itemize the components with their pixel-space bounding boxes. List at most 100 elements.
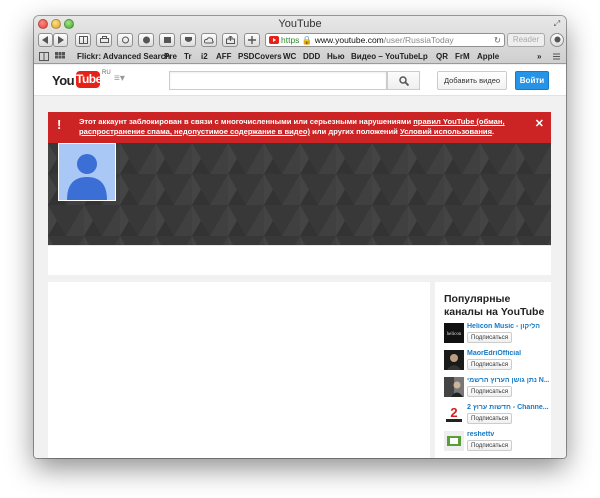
bookmark-item[interactable]: Lp (418, 52, 428, 61)
forward-arrow-icon (58, 36, 64, 44)
alert-text-part: . (492, 127, 495, 136)
channel-item: MaorEdriOfficial Подписаться (444, 350, 548, 372)
exclamation-icon: ! (57, 117, 62, 132)
channel-name-link[interactable]: חדשות ערוץ 2 - Channe... (467, 404, 549, 411)
back-arrow-icon (42, 36, 48, 44)
bookmarks-bar: Flickr: Advanced Search Pre Tr i2 AFF PS… (34, 50, 566, 64)
forward-button[interactable] (53, 33, 68, 47)
bookmark-item[interactable]: DDD (303, 52, 320, 61)
channel-nav-bar (48, 245, 551, 275)
youtube-page: You Tube RU ≡▾ Добавить видео Войти ! Эт… (34, 65, 566, 458)
channel-header: ! Этот аккаунт заблокирован в связи с мн… (48, 112, 551, 275)
default-avatar-icon (59, 144, 115, 200)
lock-icon: 🔒 (301, 35, 313, 45)
sidebar-title: Популярные каналы на YouTube (444, 293, 545, 318)
book-icon (78, 36, 88, 44)
icloud-button[interactable] (201, 33, 217, 47)
account-suspended-alert: ! Этот аккаунт заблокирован в связи с мн… (48, 112, 551, 143)
printer-icon (99, 36, 109, 43)
close-alert-icon[interactable]: ✕ (535, 117, 544, 130)
guide-menu-icon[interactable]: ≡▾ (114, 73, 125, 84)
channel-item: 2 חדשות ערוץ 2 - Channe... Подписаться (444, 404, 549, 426)
share-sheet-button[interactable] (222, 33, 238, 47)
bookmark-item[interactable]: QR (436, 52, 448, 61)
channel-thumbnail[interactable] (444, 431, 464, 451)
subscribe-button[interactable]: Подписаться (467, 440, 513, 451)
fullscreen-icon[interactable]: ⤢ (552, 19, 562, 29)
channel-thumbnail[interactable]: helicon (444, 323, 464, 343)
bookmark-item[interactable]: FrM (455, 52, 470, 61)
upload-button[interactable]: Добавить видео (437, 71, 507, 90)
bookmark-item[interactable]: Apple (477, 52, 499, 61)
top-sites-icon[interactable] (55, 52, 65, 63)
refresh-icon (121, 36, 129, 44)
cloud-icon (204, 37, 214, 44)
bookmark-item[interactable]: i2 (201, 52, 208, 61)
extension-button-1[interactable] (138, 33, 154, 47)
bookmark-item[interactable]: Нью (327, 52, 345, 61)
print-button[interactable] (96, 33, 112, 47)
youtube-header: You Tube RU ≡▾ Добавить видео Войти (34, 65, 566, 96)
subscribe-button[interactable]: Подписаться (467, 413, 513, 424)
puzzle-icon (163, 37, 171, 43)
window-title: YouTube (278, 18, 322, 30)
popular-channels-sidebar: Популярные каналы на YouTube helicon Hel… (435, 282, 551, 458)
url-scheme: https (281, 35, 300, 45)
search-input[interactable] (169, 71, 387, 90)
share-button[interactable] (117, 33, 133, 47)
download-icon (554, 36, 560, 43)
channel-name-link[interactable]: MaorEdriOfficial (467, 350, 521, 357)
url-path: /user/RussiaToday (383, 35, 454, 45)
alert-message: Этот аккаунт заблокирован в связи с мног… (79, 117, 519, 137)
address-bar[interactable]: https 🔒 www.youtube.com/user/RussiaToday… (265, 33, 505, 47)
back-button[interactable] (38, 33, 53, 47)
channel-item: helicon Helicon Music - הליקון Подписать… (444, 323, 548, 345)
reload-icon[interactable]: ↻ (494, 34, 501, 46)
sign-in-button[interactable]: Войти (515, 71, 549, 90)
share-icon (225, 36, 235, 44)
svg-text:2: 2 (450, 405, 457, 420)
channel-item: נתן גושן הערוץ הרשמי N... Подписаться (444, 377, 549, 399)
browser-chrome: YouTube ⤢ https 🔒 www.youtube.com/user/R… (34, 16, 566, 64)
channel-thumbnail[interactable] (444, 377, 464, 397)
url-domain: www.youtube.com (314, 35, 384, 45)
new-tab-button[interactable] (244, 33, 260, 47)
bookmark-item[interactable]: Видео – YouTube (351, 52, 418, 61)
subscribe-button[interactable]: Подписаться (467, 386, 513, 397)
subscribe-button[interactable]: Подписаться (467, 359, 513, 370)
search-icon (398, 76, 409, 86)
reader-button[interactable]: Reader (507, 33, 545, 47)
bookmark-item[interactable]: Tr (184, 52, 192, 61)
channel-content (48, 282, 430, 458)
channel-thumbnail[interactable] (444, 350, 464, 370)
bookmark-item[interactable]: PSDCovers (238, 52, 282, 61)
youtube-favicon-icon (269, 36, 279, 44)
logo-you-text: You (52, 73, 75, 88)
channel-item: reshettv Подписаться (444, 431, 548, 453)
plus-icon (248, 36, 256, 44)
stop-icon (142, 36, 150, 44)
channel-thumbnail[interactable]: 2 (444, 404, 464, 424)
bookmark-menu-icon[interactable] (552, 52, 561, 63)
svg-text:helicon: helicon (447, 332, 462, 337)
channel-name-link[interactable]: reshettv (467, 431, 494, 438)
bookmark-item[interactable]: AFF (216, 52, 232, 61)
bookmark-item[interactable]: WC (283, 52, 296, 61)
sidebar-button[interactable] (75, 33, 91, 47)
extension-button-2[interactable] (159, 33, 175, 47)
bookmark-item[interactable]: Pre (164, 52, 177, 61)
alert-text-part: или других положений (310, 127, 400, 136)
channel-name-link[interactable]: Helicon Music - הליקון (467, 323, 540, 330)
channel-name-link[interactable]: נתן גושן הערוץ הרשמי N... (467, 377, 549, 384)
more-bookmarks-icon[interactable]: » (537, 52, 541, 61)
show-all-bookmarks-icon[interactable] (39, 52, 49, 63)
logo-tube-text: Tube (76, 71, 102, 88)
subscribe-button[interactable]: Подписаться (467, 332, 513, 343)
search-button[interactable] (387, 71, 420, 90)
youtube-logo[interactable]: You Tube RU (52, 70, 111, 90)
terms-of-service-link[interactable]: Условий использования (400, 127, 492, 136)
extension-button-3[interactable] (180, 33, 196, 47)
downloads-button[interactable] (550, 33, 564, 47)
logo-region: RU (102, 70, 111, 76)
bookmark-item[interactable]: Flickr: Advanced Search (77, 52, 170, 61)
